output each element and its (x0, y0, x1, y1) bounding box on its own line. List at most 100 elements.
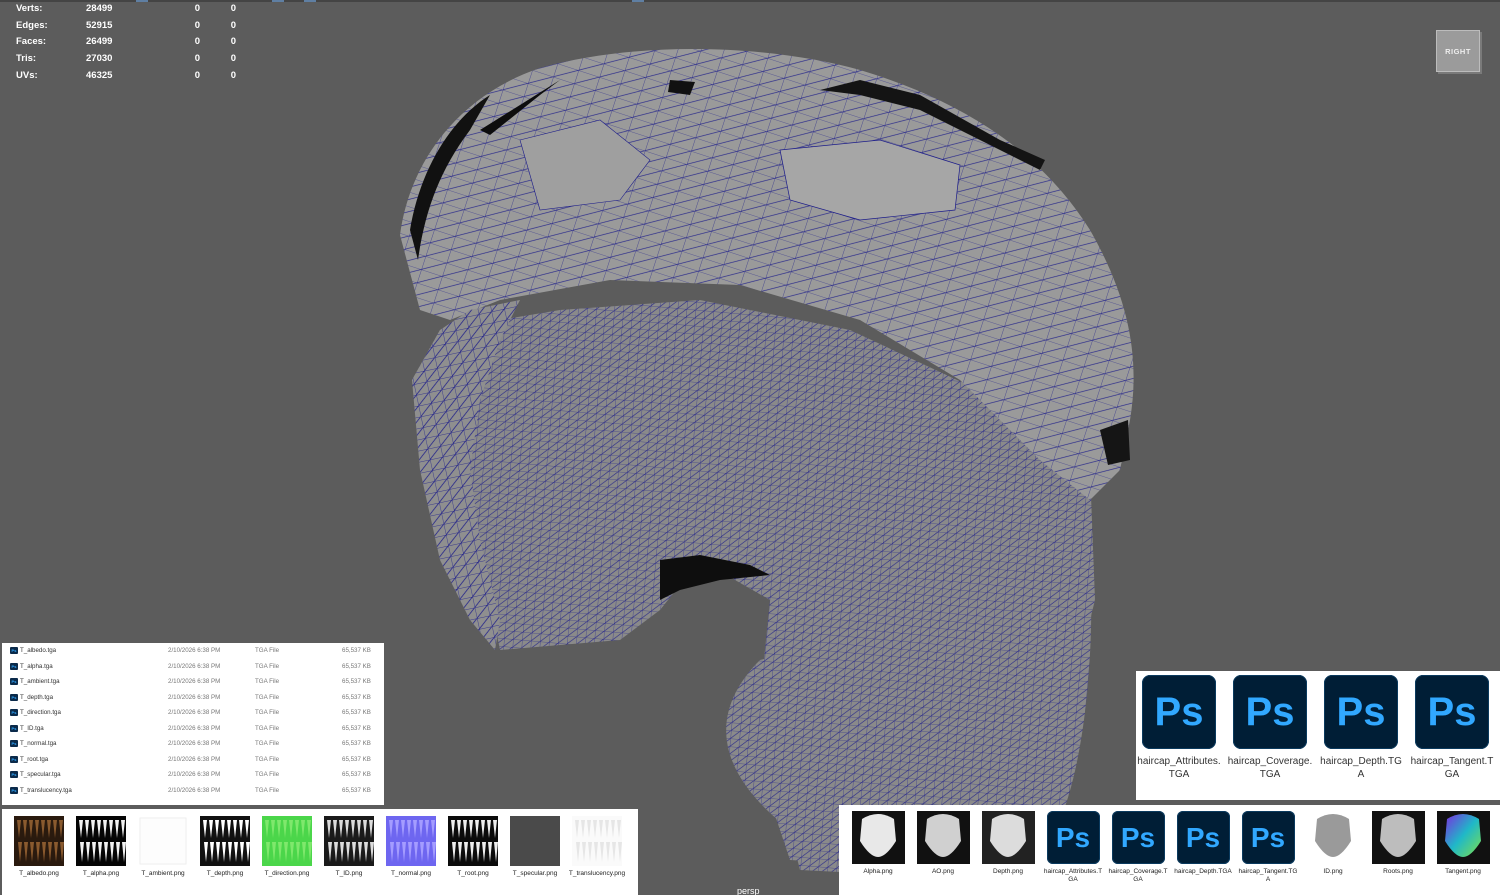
file-date: 2/10/2026 6:38 PM (168, 724, 221, 732)
photoshop-icon: Ps (1233, 675, 1307, 749)
thumbnail-caption: T_root.png (457, 870, 489, 877)
file-type: TGA File (255, 693, 280, 701)
hud-row: Faces: 26499 0 0 (16, 36, 236, 48)
file-type: TGA File (255, 740, 280, 747)
ps-file-icon: Ps (10, 724, 18, 732)
texture-thumbnail[interactable]: T_ambient.png (132, 816, 194, 878)
texture-thumbnail[interactable]: T_specular.png (504, 816, 566, 878)
root-thumbnail (448, 816, 498, 866)
file-date: 2/10/2026 6:38 PM (168, 771, 221, 778)
file-name: T_albedo.tga (20, 647, 57, 654)
file-type: TGA File (255, 647, 280, 654)
file-type: TGA File (255, 709, 280, 716)
file-date: 2/10/2026 6:38 PM (168, 709, 221, 716)
file-row[interactable]: Ps T_albedo.tga 2/10/2026 6:38 PM TGA File 6… (2, 643, 384, 658)
ps-file-caption: haircap_Depth.TGA (1320, 756, 1402, 780)
photoshop-icon: Ps (1415, 675, 1489, 749)
texture-thumbnail[interactable]: T_depth.png (194, 816, 256, 878)
file-date: 2/10/2026 6:38 PM (168, 786, 221, 794)
ps-file-tile[interactable]: Ps haircap_Tangent.TGA (1409, 675, 1495, 781)
output-file-tile[interactable]: Depth.png (977, 811, 1039, 876)
file-row[interactable]: Ps T_normal.tga 2/10/2026 6:38 PM TGA File 6… (2, 736, 384, 751)
ps-file-icon: Ps (10, 647, 18, 654)
output-file-caption: haircap_Coverage.TGA (1108, 868, 1168, 883)
output-file-tile[interactable]: AO.png (912, 811, 974, 876)
file-name: T_root.tga (20, 755, 49, 763)
file-row[interactable]: Ps T_alpha.tga 2/10/2026 6:38 PM TGA File 65… (2, 659, 384, 674)
image-preview-icon (1306, 811, 1360, 864)
output-file-caption: Roots.png (1383, 868, 1413, 875)
ps-file-icon: Ps (10, 693, 18, 701)
image-preview-icon (851, 811, 905, 864)
alpha-thumbnail (76, 816, 126, 866)
hud-row: Edges: 52915 0 0 (16, 19, 236, 31)
ps-file-tile[interactable]: Ps haircap_Attributes.TGA (1136, 675, 1222, 781)
texture-thumbnail[interactable]: T_root.png (442, 816, 504, 878)
file-name: T_specular.tga (20, 771, 61, 778)
file-size: 65,537 KB (342, 693, 371, 701)
file-type: TGA File (255, 724, 280, 732)
depth-thumbnail (200, 816, 250, 866)
file-name: T_translucency.tga (20, 786, 72, 794)
file-type: TGA File (255, 678, 280, 685)
file-name: T_ambient.tga (20, 678, 60, 685)
ps-file-icon: Ps (10, 786, 18, 794)
ps-file-icon: Ps (10, 678, 18, 685)
file-date: 2/10/2026 6:38 PM (168, 647, 221, 654)
photoshop-icon: Ps (1046, 811, 1100, 864)
file-type: TGA File (255, 755, 280, 763)
image-preview-icon (1436, 811, 1490, 864)
file-list-panel[interactable]: Ps T_albedo.tga 2/10/2026 6:38 PM TGA File 6… (2, 643, 384, 805)
file-size: 65,537 KB (342, 647, 371, 654)
hud-row: Tris: 27030 0 0 (16, 53, 236, 65)
file-row[interactable]: Ps T_specular.tga 2/10/2026 6:38 PM TGA Fil… (2, 767, 384, 782)
thumbnail-caption: T_specular.png (512, 870, 558, 877)
thumbnail-caption: T_albedo.png (19, 870, 59, 877)
texture-thumbnail[interactable]: T_direction.png (256, 816, 318, 878)
ps-file-icon: Ps (10, 755, 18, 763)
ps-file-tile[interactable]: Ps haircap_Coverage.TGA (1227, 675, 1313, 781)
output-file-tile[interactable]: Ps haircap_Tangent.TGA (1237, 811, 1299, 884)
file-date: 2/10/2026 6:38 PM (168, 740, 221, 747)
texture-thumbnail[interactable]: T_alpha.png (70, 816, 132, 878)
file-row[interactable]: Ps T_direction.tga 2/10/2026 6:38 PM TGA Fi… (2, 705, 384, 720)
output-file-tile[interactable]: ID.png (1302, 811, 1364, 876)
file-date: 2/10/2026 6:38 PM (168, 662, 221, 670)
poly-count-hud: Verts: 28499 0 0 Edges: 52915 0 0 Faces: 26499 0… (16, 1, 236, 85)
file-date: 2/10/2026 6:38 PM (168, 678, 221, 685)
thumbnail-caption: T_translucency.png (568, 870, 626, 877)
photoshop-icon: Ps (1142, 675, 1216, 749)
texture-thumbnail[interactable]: T_albedo.png (8, 816, 70, 878)
thumbnail-caption: T_direction.png (264, 870, 310, 877)
file-type: TGA File (255, 786, 280, 794)
output-file-caption: Depth.png (993, 868, 1023, 875)
output-file-tile[interactable]: Ps haircap_Attributes.TGA (1042, 811, 1104, 884)
file-name: T_direction.tga (20, 709, 61, 716)
file-row[interactable]: Ps T_root.tga 2/10/2026 6:38 PM TGA File 65,… (2, 752, 384, 767)
texture-thumbnail[interactable]: T_translucency.png (566, 816, 628, 878)
file-row[interactable]: Ps T_ID.tga 2/10/2026 6:38 PM TGA File 65,53… (2, 721, 384, 736)
ps-file-tile[interactable]: Ps haircap_Depth.TGA (1318, 675, 1404, 781)
output-file-tile[interactable]: Roots.png (1367, 811, 1429, 876)
output-file-caption: Alpha.png (863, 868, 893, 875)
file-row[interactable]: Ps T_translucency.tga 2/10/2026 6:38 PM TGA… (2, 783, 384, 798)
view-cube[interactable]: RIGHT (1436, 30, 1480, 72)
photoshop-files-panel[interactable]: Ps haircap_Attributes.TGA Ps haircap_Covera… (1136, 671, 1500, 800)
texture-thumbnail[interactable]: T_ID.png (318, 816, 380, 878)
texture-thumbnail[interactable]: T_normal.png (380, 816, 442, 878)
output-file-tile[interactable]: Ps haircap_Coverage.TGA (1107, 811, 1169, 884)
file-name: T_ID.tga (20, 724, 44, 732)
file-size: 65,537 KB (342, 678, 371, 685)
texture-thumbnail-panel[interactable]: T_albedo.png T_alpha.png T_ambient.png T_de… (2, 809, 638, 895)
output-file-tile[interactable]: Tangent.png (1432, 811, 1494, 876)
file-row[interactable]: Ps T_depth.tga 2/10/2026 6:38 PM TGA File 65… (2, 690, 384, 705)
specular-thumbnail (510, 816, 560, 866)
file-row[interactable]: Ps T_ambient.tga 2/10/2026 6:38 PM TGA File… (2, 674, 384, 689)
output-file-caption: AO.png (931, 868, 955, 875)
output-file-tile[interactable]: Ps haircap_Depth.TGA (1172, 811, 1234, 876)
image-preview-icon (981, 811, 1035, 864)
ps-file-caption: haircap_Attributes.TGA (1137, 756, 1221, 780)
output-files-panel[interactable]: Alpha.png AO.png Depth.png Ps haircap_Attrib… (839, 805, 1500, 895)
output-file-tile[interactable]: Alpha.png (847, 811, 909, 876)
ps-file-icon: Ps (10, 771, 18, 778)
